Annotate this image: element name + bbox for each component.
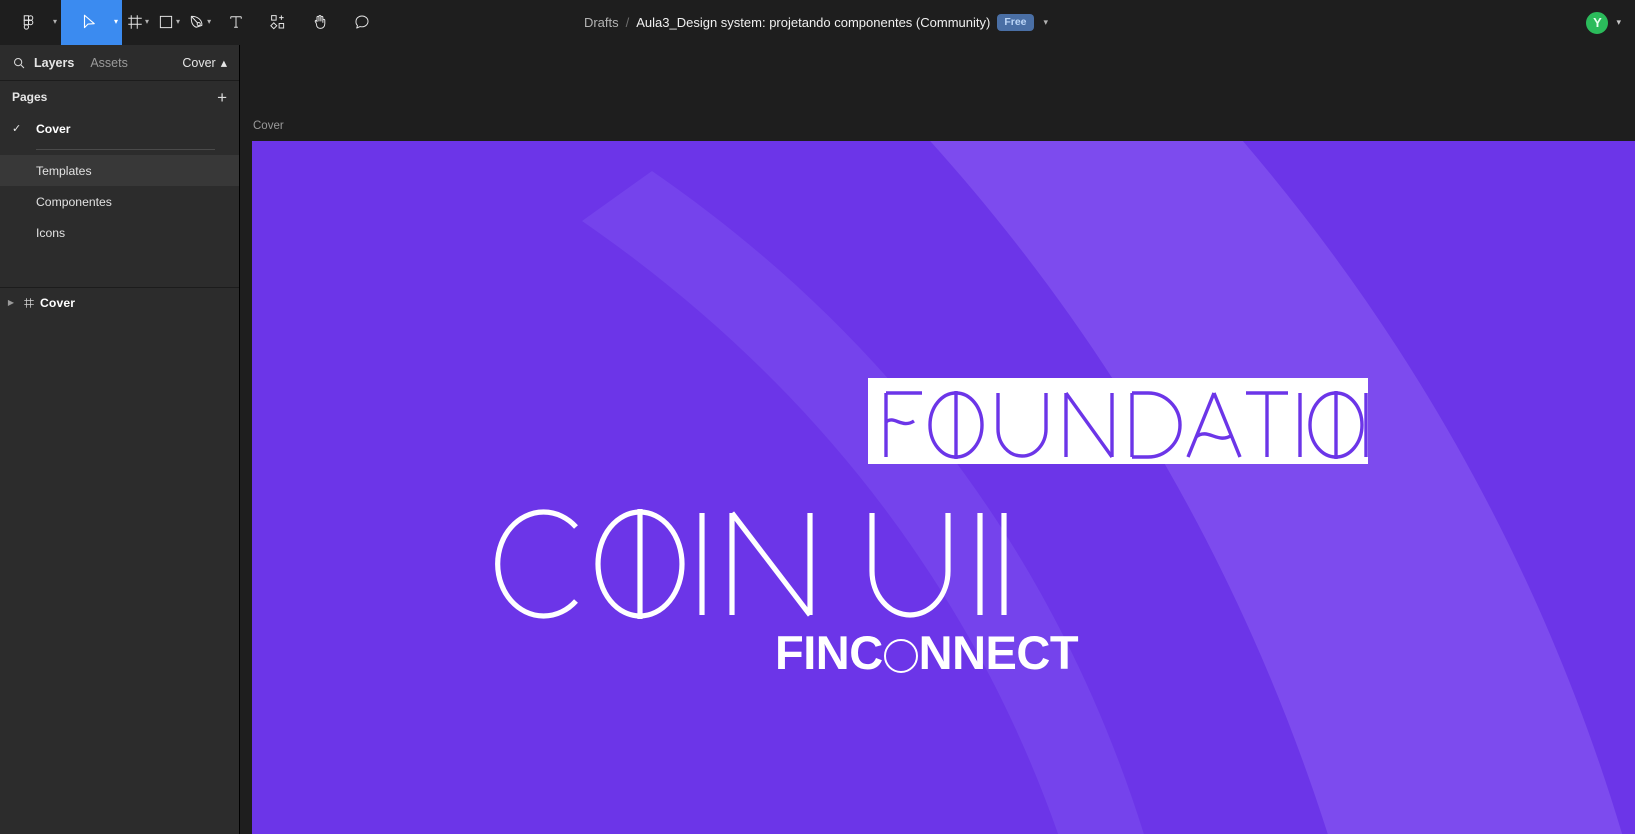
shape-tool-button[interactable]: ▾ — [153, 0, 184, 45]
text-tool-button[interactable] — [215, 0, 257, 45]
page-selector-label: Cover — [182, 55, 216, 70]
chevron-up-icon: ▴ — [220, 56, 227, 70]
pages-section-header: Pages + — [0, 81, 239, 113]
layer-item-cover[interactable]: ▶ Cover — [0, 288, 239, 317]
decorative-arcs — [582, 141, 1623, 834]
hand-tool-button[interactable] — [299, 0, 341, 45]
breadcrumb-separator: / — [625, 15, 630, 30]
circle-o-icon — [883, 639, 918, 673]
page-item-label: Templates — [36, 163, 92, 178]
breadcrumb-project[interactable]: Drafts — [584, 15, 619, 30]
page-item-cover[interactable]: ✓ Cover — [0, 113, 239, 144]
components-plus-icon[interactable] — [269, 0, 287, 45]
comment-bubble-icon[interactable] — [353, 0, 371, 45]
resources-tool-button[interactable] — [257, 0, 299, 45]
top-toolbar: ▾ ▾ ▾ ▾ ▾ Drafts / Aula3_Design system: … — [0, 0, 1635, 45]
frame-icon — [18, 297, 40, 309]
plan-badge[interactable]: Free — [997, 13, 1034, 32]
pen-nib-icon[interactable] — [188, 0, 206, 45]
square-icon[interactable] — [157, 0, 175, 45]
tab-layers[interactable]: Layers — [34, 56, 74, 70]
account-area: Y ▾ — [1584, 0, 1625, 45]
brand-wordmark-post: NNECT — [918, 626, 1079, 679]
tool-group: ▾ ▾ ▾ ▾ ▾ — [0, 0, 383, 45]
chevron-down-icon[interactable]: ▾ — [207, 18, 211, 26]
page-item-templates[interactable]: Templates — [0, 155, 239, 186]
chevron-down-icon[interactable]: ▾ — [114, 18, 118, 26]
chevron-down-icon[interactable]: ▾ — [176, 18, 180, 26]
figma-app-window: ▾ ▾ ▾ ▾ ▾ Drafts / Aula3_Design system: … — [0, 0, 1635, 834]
chevron-down-icon[interactable]: ▾ — [1612, 17, 1625, 28]
page-item-label: Cover — [36, 121, 71, 136]
layer-item-label: Cover — [40, 295, 76, 310]
text-t-icon[interactable] — [227, 0, 245, 45]
pages-title: Pages — [12, 90, 48, 104]
wordmark-coin-ui — [495, 509, 1007, 619]
divider — [36, 149, 215, 150]
avatar[interactable]: Y — [1584, 9, 1611, 36]
chevron-down-icon[interactable]: ▾ — [145, 18, 149, 26]
page-item-componentes[interactable]: Componentes — [0, 186, 239, 217]
main-menu-button[interactable]: ▾ — [0, 0, 61, 45]
check-icon: ✓ — [12, 123, 22, 135]
search-icon[interactable] — [12, 56, 34, 70]
cover-frame[interactable]: FINC NNECT — [252, 141, 1635, 834]
comment-tool-button[interactable] — [341, 0, 383, 45]
figma-logo-icon[interactable] — [4, 0, 52, 45]
chevron-down-icon[interactable]: ▾ — [53, 18, 57, 26]
tab-assets[interactable]: Assets — [90, 56, 128, 70]
page-item-icons[interactable]: Icons — [0, 217, 239, 248]
move-tool-button[interactable]: ▾ — [61, 0, 123, 45]
hand-icon[interactable] — [311, 0, 329, 45]
frame-label[interactable]: Cover — [253, 120, 284, 132]
left-panel-header: Layers Assets Cover ▴ — [0, 45, 239, 81]
brand-wordmark-pre: FINC — [775, 626, 883, 679]
brand-wordmark-finconnect: FINC NNECT — [775, 626, 1079, 679]
page-selector[interactable]: Cover ▴ — [182, 55, 227, 71]
wordmark-foundation — [884, 391, 1368, 459]
frame-tool-button[interactable]: ▾ — [122, 0, 153, 45]
page-item-label: Icons — [36, 225, 66, 240]
chevron-down-icon[interactable]: ▾ — [1041, 17, 1052, 28]
pen-tool-button[interactable]: ▾ — [184, 0, 215, 45]
frame-grid-icon[interactable] — [126, 0, 144, 45]
page-item-label: Componentes — [36, 194, 112, 209]
left-panel: Layers Assets Cover ▴ Pages + ✓ Cover Te… — [0, 45, 240, 834]
canvas-area[interactable]: Cover FINC NNECT — [240, 45, 1635, 834]
plus-icon[interactable]: + — [217, 89, 227, 106]
cursor-arrow-icon[interactable] — [65, 0, 113, 45]
chevron-right-icon[interactable]: ▶ — [4, 298, 18, 307]
breadcrumb-file-name[interactable]: Aula3_Design system: projetando componen… — [636, 15, 990, 30]
pages-spacer — [0, 248, 239, 287]
